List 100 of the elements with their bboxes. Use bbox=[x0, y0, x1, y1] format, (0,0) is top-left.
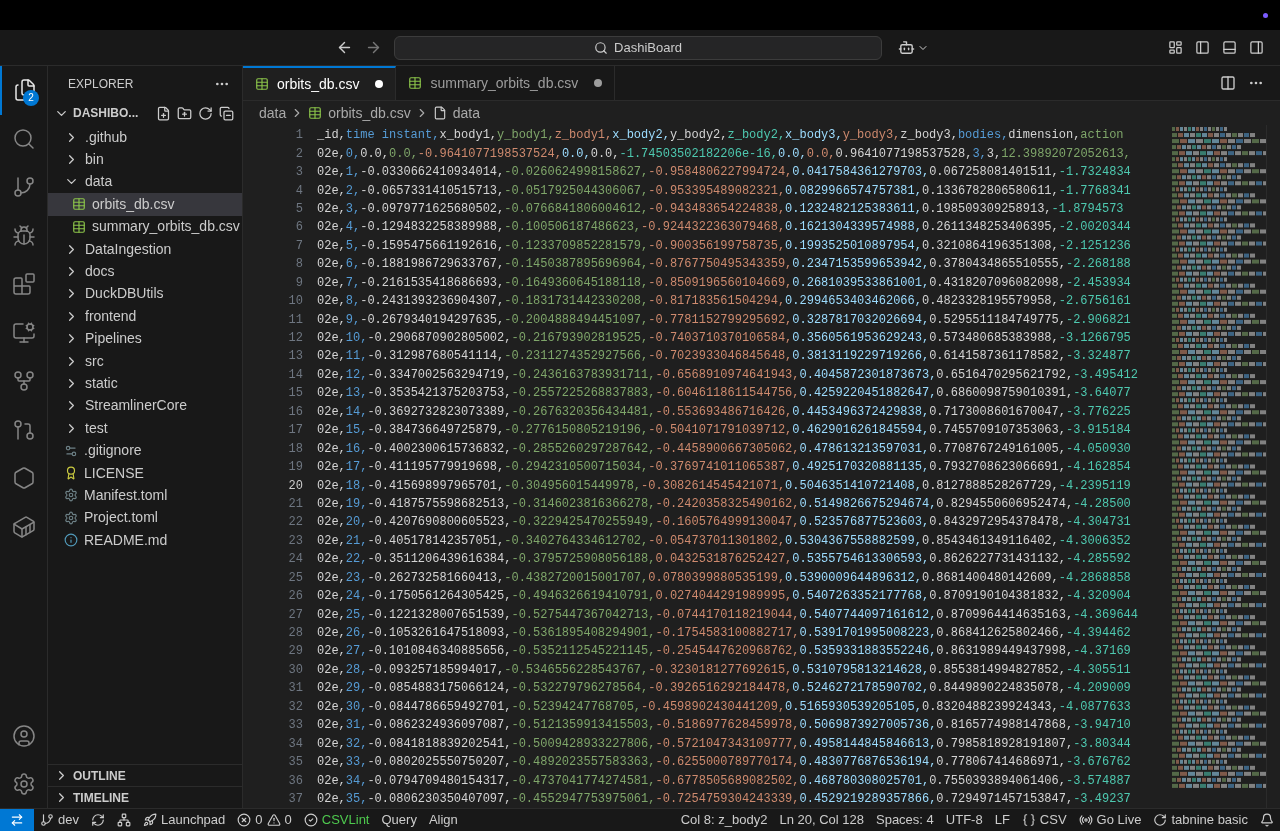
remote-button[interactable] bbox=[0, 809, 34, 831]
forward-icon[interactable] bbox=[365, 39, 382, 56]
tree-item[interactable]: Manifest.toml bbox=[48, 484, 242, 507]
item-label: docs bbox=[85, 262, 115, 282]
status-item[interactable]: Align bbox=[422, 809, 464, 831]
tree-item[interactable]: docs bbox=[48, 260, 242, 283]
tree-item[interactable]: orbits_db.csv bbox=[48, 193, 242, 216]
line-number: 7 bbox=[294, 237, 304, 255]
tree-item[interactable]: src bbox=[48, 349, 242, 373]
status-item[interactable]: Col 8: z_body2 bbox=[674, 809, 774, 831]
tree-item[interactable]: frontend bbox=[48, 305, 242, 328]
fork-icon bbox=[11, 369, 36, 394]
tree-item[interactable]: DataIngestion bbox=[48, 237, 242, 261]
item-label: test bbox=[85, 418, 108, 438]
tree-item[interactable]: data bbox=[48, 170, 242, 194]
layout-icon[interactable] bbox=[1168, 40, 1183, 55]
editor-tab[interactable]: summary_orbits_db.csv bbox=[396, 66, 616, 100]
item-label: static bbox=[85, 374, 118, 393]
panel-bottom-icon[interactable] bbox=[1222, 40, 1237, 55]
line-number: 24 bbox=[287, 551, 304, 569]
tree-item[interactable]: Pipelines bbox=[48, 327, 242, 350]
item-label: frontend bbox=[85, 306, 137, 326]
line-number: 23 bbox=[287, 532, 304, 550]
go-live-button[interactable]: Go Live bbox=[1072, 809, 1148, 831]
copilot-menu[interactable] bbox=[898, 39, 929, 56]
language-button[interactable]: CSV bbox=[1015, 809, 1073, 831]
status-item[interactable]: LF bbox=[988, 809, 1016, 831]
tree-item[interactable]: DuckDBUtils bbox=[48, 282, 242, 306]
table-icon bbox=[408, 76, 423, 90]
code-line: _id,time instant,x_body1,y_body1,z_body1,x_body2,y_body2,z_body2,x_body3,y_body3,z_body3,bodies,dimension,action bbox=[317, 127, 1124, 145]
tree-item[interactable]: README.md bbox=[48, 529, 242, 552]
tree-item[interactable]: test bbox=[48, 417, 242, 440]
rocket-icon bbox=[142, 813, 157, 827]
line-number: 9 bbox=[294, 274, 304, 292]
search-text: DashiBoard bbox=[614, 38, 682, 57]
code-line: 02e,13,-0.3535421375203753,-0.2557225268837883,-0.6046118611544756,0.4259220451882647,0.6860098759010391,-3.64077 bbox=[317, 385, 1131, 403]
code-line: 02e,20,-0.4207690800605523,-0.3229425470255949,-0.1605764999130047,0.523576877523603,0.8432972954378478,-4.304731 bbox=[317, 514, 1131, 532]
account-icon[interactable] bbox=[11, 724, 36, 748]
command-search-field[interactable]: DashiBoard bbox=[394, 35, 882, 60]
code-line: 02e,1,-0.0330662410934014,-0.0260624998158627,-0.9584806227994724,0.0417584361279703,0.067258081401511,-1.7324834 bbox=[317, 164, 1131, 182]
breadcrumb[interactable]: data bbox=[259, 102, 287, 124]
csvlint-label: CSVLint bbox=[321, 811, 370, 830]
panel-section-header[interactable]: OUTLINE bbox=[48, 764, 242, 786]
panel-right-icon[interactable] bbox=[1249, 40, 1264, 55]
tabnine-button[interactable]: tabnine basic bbox=[1147, 809, 1254, 831]
item-label: DuckDBUtils bbox=[85, 284, 164, 304]
gear-icon bbox=[64, 443, 78, 458]
code-line: 02e,25,-0.1221328007651539,-0.5275447367042713,-0.0744170118219044,0.5407744097161612,0.8709964414635163,-4.369644 bbox=[317, 606, 1138, 624]
tree-item[interactable]: StreamlinerCore bbox=[48, 394, 242, 418]
panel-left-icon[interactable] bbox=[1195, 40, 1210, 55]
collapse-icon[interactable] bbox=[219, 105, 234, 121]
new-file-icon[interactable] bbox=[156, 105, 171, 121]
tree-item[interactable]: Project.toml bbox=[48, 506, 242, 530]
code-line: 02e,14,-0.3692732823073389,-0.2676320356434481,-0.553693486716426,0.4453496372429838,0.7173008601670047,-3.776225 bbox=[317, 403, 1131, 421]
line-number: 18 bbox=[287, 440, 304, 458]
bot-icon bbox=[898, 39, 915, 56]
status-item[interactable]: Ln 20, Col 128 bbox=[773, 809, 870, 831]
graph-icon bbox=[116, 813, 131, 827]
tree-item[interactable]: bin bbox=[48, 148, 242, 171]
problems-button[interactable]: 0 0 bbox=[231, 809, 298, 831]
status-item[interactable]: Spaces: 4 bbox=[870, 809, 940, 831]
launchpad-button[interactable]: Launchpad bbox=[136, 809, 232, 831]
tree-item[interactable]: static bbox=[48, 372, 242, 395]
code-line: 02e,15,-0.384736649725879,-0.2776150805219196,-0.5041071791039712,0.4629016261845594,0.7455709107353063,-3.915184 bbox=[317, 422, 1131, 440]
line-number: 16 bbox=[287, 403, 304, 421]
back-icon[interactable] bbox=[336, 39, 353, 56]
settings-icon[interactable] bbox=[11, 772, 36, 796]
csvlint-button[interactable]: CSVLint bbox=[297, 809, 376, 831]
editor-tab[interactable]: orbits_db.csv bbox=[243, 66, 397, 100]
code-line: 02e,23,-0.262732581660413,-0.4382720015001707,0.0780399880535199,0.5390009644896312,0.8681400480142609,-4.2868858 bbox=[317, 569, 1131, 587]
bell-icon bbox=[1260, 813, 1274, 827]
line-number: 14 bbox=[287, 366, 304, 384]
tree-item[interactable]: .github bbox=[48, 126, 242, 149]
code-line: 02e,2,-0.0657331410515713,-0.0517925044306067,-0.953395489082321,0.0829966574757381,0.1336782806580611,-1.7768341 bbox=[317, 182, 1131, 200]
error-icon bbox=[237, 813, 252, 827]
sync-icon bbox=[90, 813, 105, 827]
line-number: 5 bbox=[294, 200, 304, 218]
tab-label: summary_orbits_db.csv bbox=[430, 73, 579, 93]
status-item[interactable]: Query bbox=[375, 809, 423, 831]
breadcrumb[interactable]: orbits_db.csv bbox=[308, 102, 411, 124]
item-label: DataIngestion bbox=[85, 239, 172, 259]
line-number: 12 bbox=[287, 330, 304, 348]
branch-button[interactable]: dev bbox=[34, 809, 85, 831]
new-folder-icon[interactable] bbox=[177, 105, 192, 121]
tree-item[interactable]: LICENSE bbox=[48, 461, 242, 485]
sidebar-title: EXPLORER bbox=[68, 76, 134, 93]
check-icon bbox=[303, 813, 318, 827]
split-editor-icon[interactable] bbox=[1220, 75, 1236, 91]
line-number: 15 bbox=[287, 385, 304, 403]
line-number: 36 bbox=[287, 772, 304, 790]
tree-item[interactable]: .gitignore bbox=[48, 439, 242, 462]
broadcast-icon bbox=[1078, 813, 1093, 827]
breadcrumb[interactable]: data bbox=[432, 102, 480, 124]
tree-item[interactable]: summary_orbits_db.csv bbox=[48, 215, 242, 238]
table-icon bbox=[72, 219, 86, 234]
status-item[interactable]: UTF-8 bbox=[939, 809, 989, 831]
refresh-icon[interactable] bbox=[198, 105, 213, 121]
warning-count: 0 bbox=[284, 811, 292, 830]
workspace-title[interactable]: DASHIBO... bbox=[73, 104, 139, 122]
search-icon bbox=[11, 126, 36, 151]
